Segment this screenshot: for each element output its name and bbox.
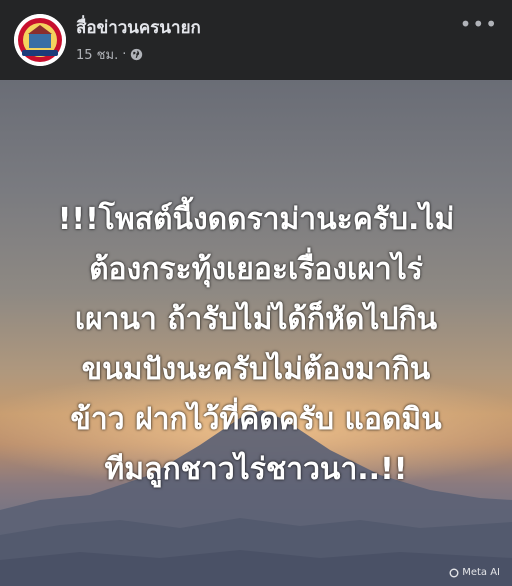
post-time[interactable]: 15 ชม. — [76, 44, 118, 65]
globe-icon — [131, 48, 143, 61]
caption-line: !!!โพสต์นี้งดดราม่านะครับ.ไม่ — [57, 202, 455, 237]
meta-separator: · — [122, 47, 127, 62]
post-image[interactable]: !!!โพสต์นี้งดดราม่านะครับ.ไม่ ต้องกระทุ้… — [0, 80, 512, 586]
more-options-button[interactable]: ••• — [460, 14, 498, 34]
page-name[interactable]: สื่อข่าวนครนายก — [76, 14, 201, 41]
more-dots-icon: ••• — [459, 12, 498, 36]
ai-watermark: Meta AI — [449, 567, 500, 578]
caption-line: ข้าว ฝากไว้ที่คิดครับ แอดมิน — [70, 402, 442, 437]
caption-line: ต้องกระทุ้งเยอะเรื่องเผาไร่ — [89, 252, 423, 287]
post-meta: 15 ชม. · — [76, 44, 143, 65]
image-caption: !!!โพสต์นี้งดดราม่านะครับ.ไม่ ต้องกระทุ้… — [20, 195, 492, 495]
page-logo-icon — [14, 14, 66, 66]
post-header: สื่อข่าวนครนายก 15 ชม. · ••• — [0, 0, 512, 80]
caption-line: ทีมลูกชาวไร่ชาวนา..!! — [104, 452, 408, 487]
meta-ai-ring-icon — [449, 568, 459, 577]
caption-line: เผานา ถ้ารับไม่ได้ก็หัดไปกิน — [74, 302, 438, 337]
watermark-label: Meta AI — [462, 567, 500, 578]
page-avatar[interactable] — [14, 14, 66, 66]
caption-line: ขนมปังนะครับไม่ต้องมากิน — [81, 352, 431, 387]
